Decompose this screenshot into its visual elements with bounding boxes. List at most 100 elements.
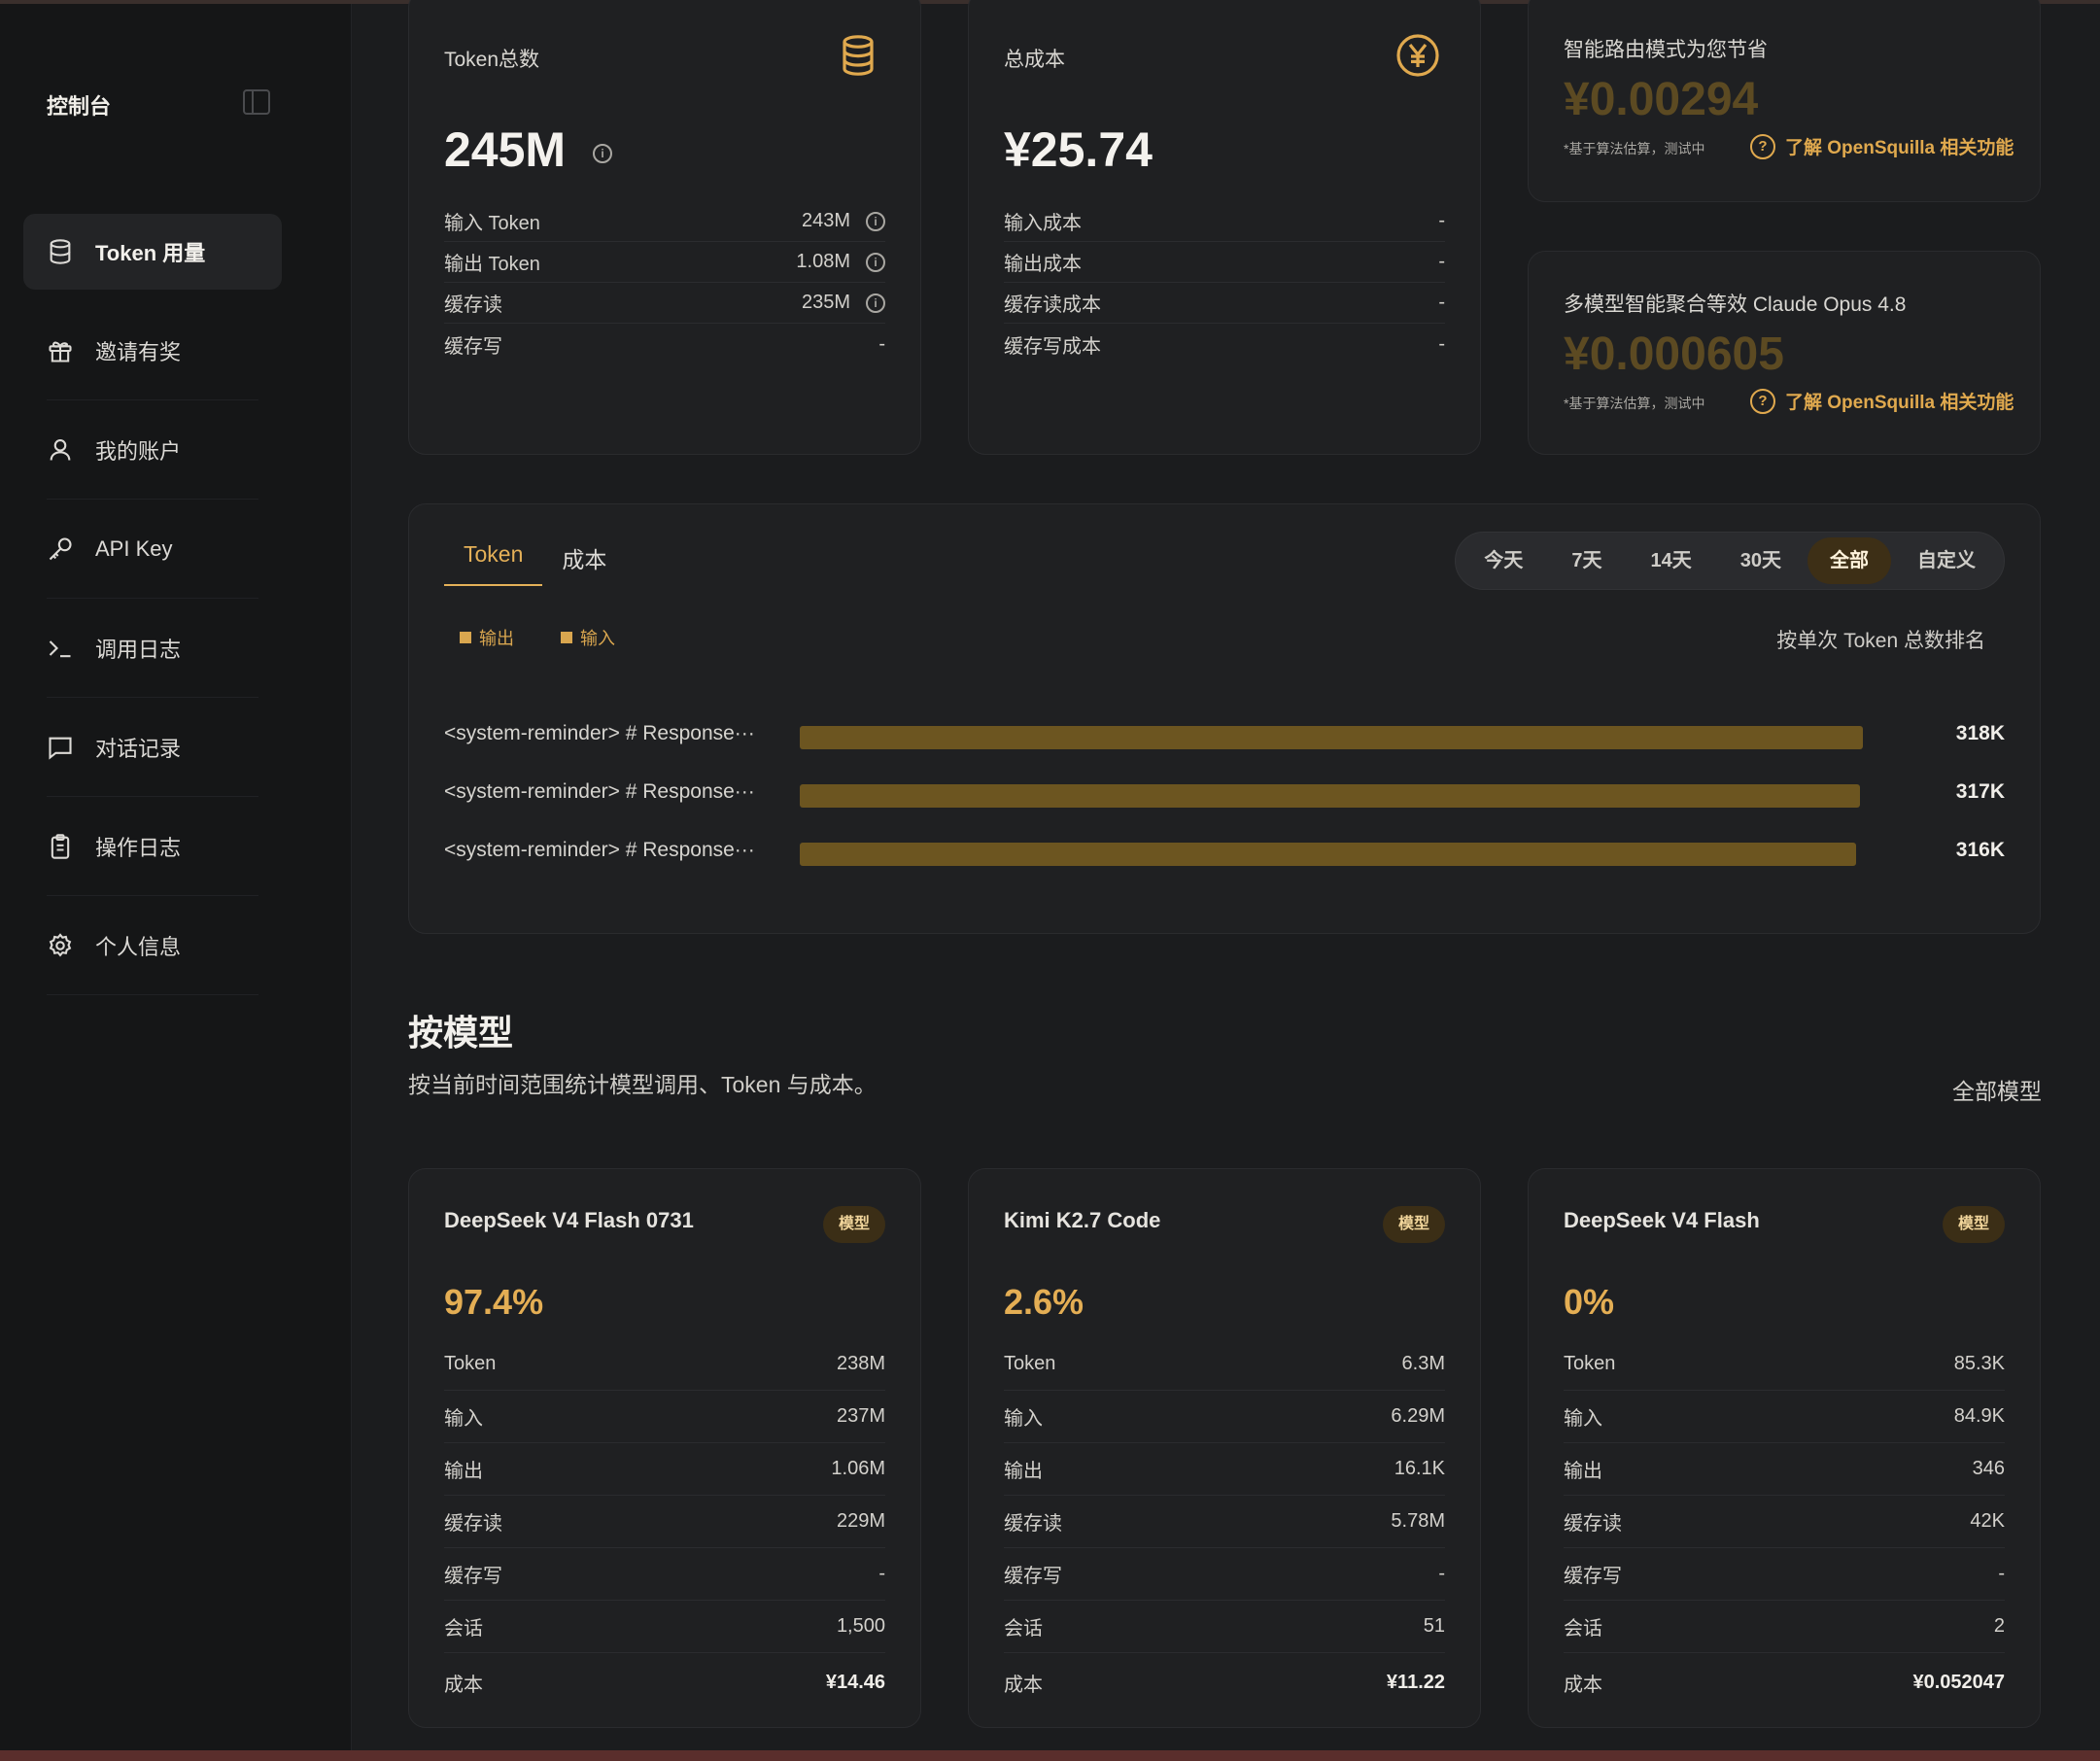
info-icon[interactable]: i — [866, 211, 885, 231]
bar-track — [800, 784, 1863, 808]
model-stat-row: 输出 1.06M — [444, 1443, 885, 1496]
sidebar-brand: 控制台 — [47, 94, 112, 119]
usage-tabs: Token 成本 — [444, 541, 626, 586]
chart-legend: 输出 输入 — [460, 625, 615, 650]
sidebar-item-invite[interactable]: 邀请有奖 — [23, 313, 282, 400]
question-icon: ? — [1750, 133, 1775, 159]
info-icon[interactable]: i — [592, 143, 612, 163]
model-stat-row: Token 85.3K — [1564, 1338, 2005, 1391]
bar-track — [800, 726, 1863, 749]
ranking-bar-row[interactable]: <system-reminder> # Response··· 316K — [444, 839, 2005, 868]
sidebar-item-api-key[interactable]: API Key — [23, 511, 282, 599]
key-icon — [47, 535, 74, 563]
model-stat-row: 缓存读 5.78M — [1004, 1496, 1445, 1548]
model-cost-row: 成本 ¥14.46 — [444, 1671, 885, 1696]
token-breakdown: 输入 Token 243M i 输出 Token 1.08M i 缓存读 235M i… — [444, 201, 885, 364]
model-name: DeepSeek V4 Flash — [1564, 1208, 1760, 1232]
info-icon[interactable]: i — [866, 252, 885, 272]
gear-icon — [47, 932, 74, 959]
sidebar-item-chat-history[interactable]: 对话记录 — [23, 709, 282, 797]
model-stat-row: 会话 51 — [1004, 1601, 1445, 1653]
sidebar-item-profile[interactable]: 个人信息 — [23, 908, 282, 995]
aggregation-amount: ¥0.000605 — [1564, 328, 1784, 380]
range-all[interactable]: 全部 — [1807, 537, 1891, 584]
sidebar-item-label: 操作日志 — [95, 836, 182, 860]
question-icon: ? — [1750, 388, 1775, 414]
token-row-cache-write: 缓存写 - — [444, 332, 885, 358]
cost-row-output: 输出成本 - — [1004, 242, 1445, 283]
bar-fill — [800, 843, 1857, 866]
cost-breakdown: 输入成本 - 输出成本 - 缓存读成本 - 缓存写成本 - — [1004, 201, 1445, 364]
sidebar-item-operation-logs[interactable]: 操作日志 — [23, 809, 282, 896]
range-custom[interactable]: 自定义 — [1895, 537, 1998, 584]
savings-note: *基于算法估算，测试中 — [1564, 141, 1705, 156]
sidebar-item-account[interactable]: 我的账户 — [23, 412, 282, 500]
model-share-percent: 2.6% — [1004, 1282, 1084, 1322]
model-stat-row: Token 6.3M — [1004, 1338, 1445, 1391]
model-stat-row: 会话 2 — [1564, 1601, 2005, 1653]
sidebar-item-call-logs[interactable]: 调用日志 — [23, 610, 282, 698]
info-icon[interactable]: i — [866, 293, 885, 313]
models-section-subtitle: 按当前时间范围统计模型调用、Token 与成本。 — [408, 1072, 877, 1097]
total-cost-value: ¥25.74 — [1004, 122, 1153, 177]
total-cost-card: 总成本 ¥25.74 输入成本 - 输出成本 - 缓存读成本 - 缓存写成本 - — [968, 0, 1481, 455]
model-name: Kimi K2.7 Code — [1004, 1208, 1161, 1232]
token-row-input: 输入 Token 243M i — [444, 201, 885, 242]
bar-value: 318K — [1955, 722, 2005, 744]
model-stat-row: 会话 1,500 — [444, 1601, 885, 1653]
model-cost-row: 成本 ¥11.22 — [1004, 1671, 1445, 1696]
bar-label: <system-reminder> # Response··· — [444, 780, 755, 803]
legend-output[interactable]: 输出 — [460, 625, 514, 650]
bar-label: <system-reminder> # Response··· — [444, 839, 755, 861]
sidebar-item-label: 个人信息 — [95, 935, 182, 959]
token-row-cache-read: 缓存读 235M i — [444, 283, 885, 324]
ranking-bar-row[interactable]: <system-reminder> # Response··· 318K — [444, 722, 2005, 751]
range-today[interactable]: 今天 — [1462, 537, 1545, 584]
model-card: DeepSeek V4 Flash 0731 模型 97.4% Token 238M 输入… — [408, 1168, 921, 1728]
token-total-number: 245M — [444, 122, 567, 177]
bar-fill — [800, 784, 1860, 808]
range-7d[interactable]: 7天 — [1549, 537, 1624, 584]
sidebar-item-label: API Key — [95, 536, 173, 561]
usage-ranking-card: Token 成本 今天 7天 14天 30天 全部 自定义 输出 输入 按单次 … — [408, 503, 2041, 934]
legend-input[interactable]: 输入 — [561, 625, 615, 650]
sidebar-item-label: Token 用量 — [95, 241, 206, 265]
model-stat-row: 输出 346 — [1564, 1443, 2005, 1496]
token-total-title: Token总数 — [444, 49, 540, 71]
database-icon — [835, 32, 881, 79]
model-stat-row: 缓存写 - — [1004, 1548, 1445, 1601]
savings-amount: ¥0.00294 — [1564, 74, 1759, 125]
model-stat-row: 缓存写 - — [444, 1548, 885, 1601]
learn-more-link[interactable]: ? 了解 OpenSquilla 相关功能 — [1750, 133, 2014, 159]
ranking-bar-row[interactable]: <system-reminder> # Response··· 317K — [444, 780, 2005, 810]
chat-icon — [47, 734, 74, 761]
learn-more-link[interactable]: ? 了解 OpenSquilla 相关功能 — [1750, 388, 2014, 414]
sidebar-collapse-icon[interactable] — [243, 89, 270, 115]
model-filter-dropdown[interactable]: 全部模型 — [1952, 1073, 2042, 1106]
gift-icon — [47, 337, 74, 364]
time-range-selector: 今天 7天 14天 30天 全部 自定义 — [1455, 532, 2005, 590]
sidebar-item-label: 对话记录 — [95, 737, 182, 761]
model-stat-row: Token 238M — [444, 1338, 885, 1391]
model-stats: Token 85.3K 输入 84.9K 输出 346 缓存读 42K 缓存写 - 会话 2 成本 ¥0.… — [1564, 1338, 2005, 1711]
models-section-title: 按模型 — [408, 1013, 514, 1053]
range-14d[interactable]: 14天 — [1629, 537, 1714, 584]
clipboard-icon — [47, 833, 74, 860]
model-stat-row: 缓存写 - — [1564, 1548, 2005, 1601]
sidebar-item-token-usage[interactable]: Token 用量 — [23, 214, 282, 290]
aggregation-note: *基于算法估算，测试中 — [1564, 396, 1705, 411]
window-bottom-border — [0, 1750, 2100, 1761]
cost-row-cache-read: 缓存读成本 - — [1004, 283, 1445, 324]
sidebar: 控制台 Token 用量 邀请有奖 我的账户 API Key 调用日志 对话记录… — [0, 4, 352, 1750]
bar-value: 316K — [1955, 839, 2005, 861]
tab-token[interactable]: Token — [444, 541, 543, 586]
bar-fill — [800, 726, 1863, 749]
sidebar-nav: Token 用量 邀请有奖 我的账户 API Key 调用日志 对话记录 操作日… — [23, 214, 282, 1007]
range-30d[interactable]: 30天 — [1718, 537, 1804, 584]
tab-cost[interactable]: 成本 — [542, 541, 626, 586]
model-stat-row: 输入 237M — [444, 1391, 885, 1443]
model-stat-row: 输出 16.1K — [1004, 1443, 1445, 1496]
cost-row-input: 输入成本 - — [1004, 201, 1445, 242]
model-share-percent: 97.4% — [444, 1282, 544, 1322]
model-card: Kimi K2.7 Code 模型 2.6% Token 6.3M 输入 6.29M 输出 16… — [968, 1168, 1481, 1728]
